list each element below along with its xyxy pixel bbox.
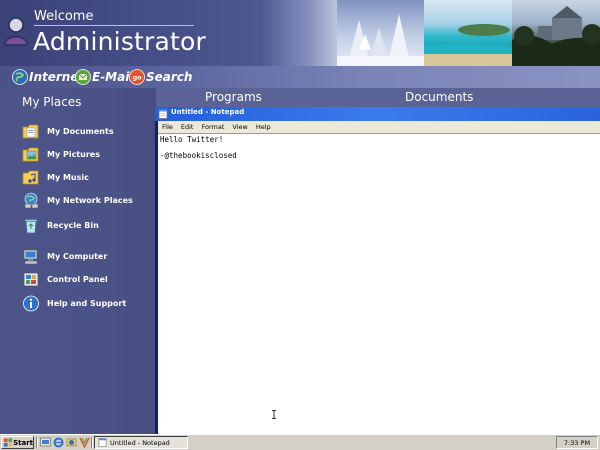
quick-links-bar: Internet E-Mail go Search xyxy=(0,66,600,88)
sidebar-item-label: Control Panel xyxy=(47,274,108,284)
text-line: Hello Twitter! xyxy=(160,135,224,144)
notepad-text-area[interactable]: Hello Twitter! -@thebookisclosed xyxy=(158,133,600,434)
email-label: E-Mail xyxy=(92,70,134,84)
music-folder-icon xyxy=(22,170,39,184)
tropical-beach-photo xyxy=(424,0,512,66)
divider xyxy=(34,25,194,26)
my-places-title: My Places xyxy=(22,95,82,109)
svg-text:go: go xyxy=(132,74,142,82)
text-cursor-icon xyxy=(272,410,276,419)
programs-title[interactable]: Programs xyxy=(205,90,262,104)
notepad-title-bar[interactable]: Untitled - Notepad xyxy=(155,107,600,121)
recycle-bin-icon xyxy=(24,218,38,233)
control-panel-icon xyxy=(23,272,39,286)
menu-view[interactable]: View xyxy=(232,123,247,131)
menu-help[interactable]: Help xyxy=(256,123,271,131)
sidebar-item-help-and-support[interactable]: Help and Support xyxy=(22,293,152,313)
mail-icon xyxy=(75,69,91,85)
search-label: Search xyxy=(146,70,193,84)
start-label: Start xyxy=(13,438,33,447)
taskbar-button-notepad[interactable]: Untitled - Notepad xyxy=(94,436,188,449)
taskbar-button-label: Untitled - Notepad xyxy=(110,438,170,447)
header-fade xyxy=(262,0,338,66)
clock[interactable]: 7:33 PM xyxy=(564,439,590,447)
notepad-window: Untitled - Notepad File Edit Format View… xyxy=(155,107,600,434)
documents-folder-icon xyxy=(22,124,39,138)
show-desktop-icon[interactable] xyxy=(40,437,51,448)
search-link[interactable]: go Search xyxy=(129,68,192,86)
notepad-menu-bar: File Edit Format View Help xyxy=(158,121,600,133)
globe-icon xyxy=(12,69,28,85)
pictures-folder-icon xyxy=(22,147,39,161)
user-icon xyxy=(4,17,28,46)
sidebar-item-label: Help and Support xyxy=(47,298,127,308)
sidebar-item-my-pictures[interactable]: My Pictures xyxy=(22,144,152,164)
divider xyxy=(91,437,93,448)
taskbar: Start Untitled - Notepad 7:33 PM xyxy=(0,434,600,450)
snow-forest-photo xyxy=(337,0,424,66)
sidebar-item-my-network-places[interactable]: My Network Places xyxy=(22,190,152,210)
notepad-icon xyxy=(98,438,107,447)
menu-file[interactable]: File xyxy=(162,123,173,131)
sidebar-item-label: My Music xyxy=(47,172,89,182)
computer-icon xyxy=(23,249,38,264)
sidebar-item-recycle-bin[interactable]: Recycle Bin xyxy=(22,215,152,235)
sidebar-item-label: Recycle Bin xyxy=(47,220,99,230)
sidebar-item-my-documents[interactable]: My Documents xyxy=(22,121,152,141)
start-button[interactable]: Start xyxy=(1,436,34,449)
internet-explorer-icon[interactable] xyxy=(53,437,64,448)
sidebar-item-label: My Computer xyxy=(47,251,108,261)
documents-title[interactable]: Documents xyxy=(405,90,473,104)
user-name: Administrator xyxy=(33,27,207,56)
network-places-icon xyxy=(24,192,39,208)
notepad-title: Untitled - Notepad xyxy=(171,108,245,116)
notepad-icon xyxy=(158,109,168,119)
sidebar-item-my-computer[interactable]: My Computer xyxy=(22,246,152,266)
menu-format[interactable]: Format xyxy=(201,123,224,131)
divider xyxy=(36,437,38,448)
email-link[interactable]: E-Mail xyxy=(75,68,133,86)
system-tray: 7:33 PM xyxy=(556,436,598,449)
media-player-icon[interactable] xyxy=(79,437,90,448)
menu-edit[interactable]: Edit xyxy=(181,123,194,131)
castle-photo xyxy=(512,0,600,66)
sidebar-item-control-panel[interactable]: Control Panel xyxy=(22,269,152,289)
welcome-label: Welcome xyxy=(34,9,94,24)
windows-logo-icon xyxy=(4,438,13,447)
go-search-icon: go xyxy=(129,69,145,85)
text-line: -@thebookisclosed xyxy=(160,151,237,160)
my-places-panel: My Places My Documents My Pictures My Mu… xyxy=(0,88,156,434)
sidebar-item-label: My Pictures xyxy=(47,149,100,159)
internet-link[interactable]: Internet xyxy=(12,68,84,86)
sidebar-item-label: My Documents xyxy=(47,126,114,136)
desktop-header: Welcome Administrator xyxy=(0,0,600,66)
help-icon xyxy=(23,295,39,311)
outlook-express-icon[interactable] xyxy=(66,437,77,448)
sidebar-item-label: My Network Places xyxy=(47,195,133,205)
sidebar-item-my-music[interactable]: My Music xyxy=(22,167,152,187)
